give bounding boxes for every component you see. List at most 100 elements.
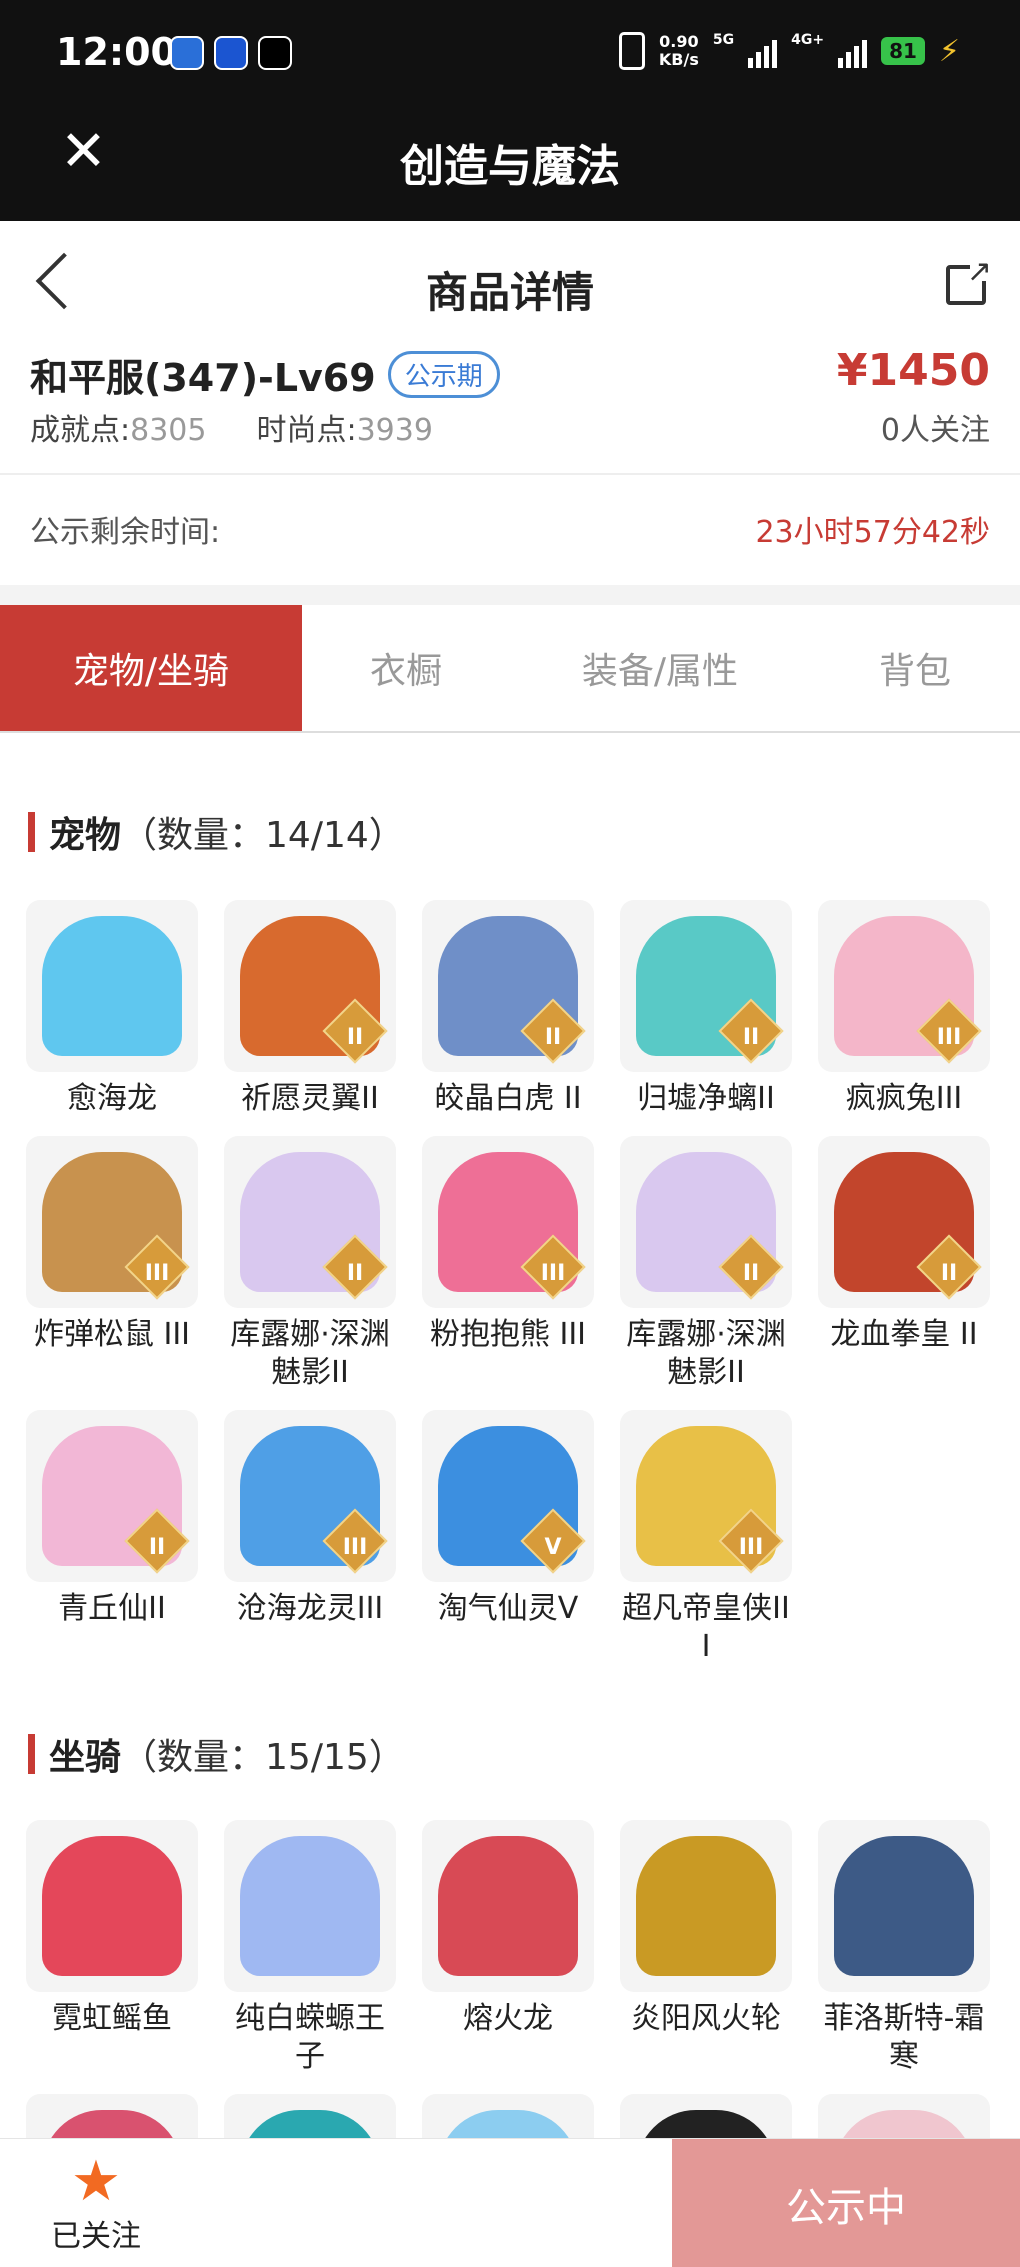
- pets-thumbnail: II: [818, 1136, 990, 1308]
- status-time: 12:00: [56, 30, 177, 74]
- pets-thumbnail: II: [620, 1136, 792, 1308]
- mounts-thumbnail: [224, 1820, 396, 1992]
- pets-name: 疯疯兔III: [845, 1081, 963, 1116]
- grade-label: II: [940, 1261, 958, 1286]
- app-header: ✕ 创造与魔法: [0, 110, 1020, 221]
- grade-label: V: [544, 1535, 562, 1560]
- mounts-item[interactable]: 霓虹鳐鱼: [26, 1820, 198, 2038]
- grade-label: II: [148, 1535, 166, 1560]
- share-icon[interactable]: ↗: [946, 257, 992, 305]
- grade-label: III: [540, 1261, 566, 1286]
- fashion-label: 时尚点:: [256, 413, 357, 448]
- mounts-name: 熔火龙: [463, 2001, 553, 2036]
- grade-label: II: [742, 1025, 760, 1050]
- mounts-item[interactable]: 菲洛斯特-霜寒: [818, 1820, 990, 2076]
- pets-count: （数量：14/14）: [121, 815, 405, 856]
- listing-info: 和平服(347)-Lv69 公示期 成就点:8305 时尚点:3939 ¥1450…: [0, 345, 1020, 473]
- pets-name: 超凡帝皇侠III: [622, 1591, 790, 1664]
- section-spacer: [0, 585, 1020, 605]
- remaining-value: 23小时57分42秒: [755, 515, 990, 550]
- pets-name: 沧海龙灵III: [236, 1591, 384, 1626]
- pets-item[interactable]: II 祈愿灵翼II: [224, 900, 396, 1118]
- mounts-name: 菲洛斯特-霜寒: [823, 2001, 985, 2074]
- grade-label: II: [346, 1025, 364, 1050]
- page-title: 商品详情: [425, 268, 594, 317]
- mounts-item[interactable]: 炎阳风火轮: [620, 1820, 792, 2038]
- pets-item[interactable]: II 归墟净螭II: [620, 900, 792, 1118]
- pets-name: 库露娜·深渊魅影II: [230, 1317, 390, 1390]
- tab-equipment[interactable]: 装备/属性: [510, 605, 810, 731]
- pets-thumbnail: II: [224, 900, 396, 1072]
- pets-thumbnail: II: [620, 900, 792, 1072]
- grade-label: III: [738, 1535, 764, 1560]
- pets-item[interactable]: II 皎晶白虎 II: [422, 900, 594, 1118]
- pets-thumbnail: II: [224, 1136, 396, 1308]
- charging-icon: ⚡: [938, 33, 960, 69]
- pets-item[interactable]: III 粉抱抱熊 III: [422, 1136, 594, 1354]
- system-and-app-header: 12:00 0.90 KB/s 5G 4G+ 81 ⚡ ✕ 创造与魔法: [0, 0, 1020, 221]
- tab-wardrobe[interactable]: 衣橱: [302, 605, 510, 731]
- net-speed: 0.90 KB/s: [659, 33, 699, 69]
- pets-item[interactable]: II 龙血拳皇 II: [818, 1136, 990, 1354]
- follow-button[interactable]: ★ 已关注: [46, 2153, 146, 2255]
- pets-name: 炸弹松鼠 III: [33, 1317, 191, 1352]
- grade-label: II: [346, 1261, 364, 1286]
- mounts-item[interactable]: 熔火龙: [422, 1820, 594, 2038]
- app-notification-icon: [214, 36, 248, 70]
- pets-name: 归墟净螭II: [637, 1081, 775, 1116]
- mounts-thumbnail: [26, 1820, 198, 1992]
- app-notification-icon: [170, 36, 204, 70]
- pets-item[interactable]: III 沧海龙灵III: [224, 1410, 396, 1628]
- pets-name: 皎晶白虎 II: [434, 1081, 582, 1116]
- mounts-section-title: 坐骑 （数量：15/15）: [28, 1728, 405, 1780]
- pets-name: 库露娜·深渊魅影II: [626, 1317, 786, 1390]
- status-bar: 12:00 0.90 KB/s 5G 4G+ 81 ⚡: [0, 0, 1020, 110]
- pets-thumbnail: III: [620, 1410, 792, 1582]
- pets-item[interactable]: II 库露娜·深渊魅影II: [224, 1136, 396, 1392]
- pets-artwork: [42, 916, 182, 1056]
- points-row: 成就点:8305 时尚点:3939: [30, 405, 433, 449]
- net-speed-value: 0.90: [659, 32, 699, 51]
- pets-name: 愈海龙: [67, 1081, 157, 1116]
- tiktok-notification-icon: [258, 36, 292, 70]
- tab-bar: 宠物/坐骑 衣橱 装备/属性 背包: [0, 605, 1020, 733]
- bottom-action-bar: ★ 已关注 公示中: [0, 2138, 1020, 2267]
- mounts-artwork: [636, 1836, 776, 1976]
- signal-4g-label: 4G+: [791, 32, 825, 48]
- mounts-artwork: [42, 1836, 182, 1976]
- mounts-name: 炎阳风火轮: [631, 2001, 781, 2036]
- status-badge: 公示期: [387, 351, 500, 398]
- mounts-title: 坐骑: [49, 1737, 122, 1778]
- pets-item[interactable]: II 青丘仙II: [26, 1410, 198, 1628]
- achievement-label: 成就点:: [30, 413, 131, 448]
- star-icon: ★: [70, 2149, 122, 2214]
- mounts-artwork: [834, 1836, 974, 1976]
- pets-name: 祈愿灵翼II: [241, 1081, 379, 1116]
- pets-item[interactable]: II 库露娜·深渊魅影II: [620, 1136, 792, 1392]
- battery-icon: 81: [881, 37, 925, 65]
- pets-title: 宠物: [49, 815, 122, 856]
- vibrate-icon: [618, 32, 645, 70]
- mounts-item[interactable]: 纯白蝾螈王子: [224, 1820, 396, 2076]
- section-accent: [28, 1734, 35, 1774]
- tab-backpack[interactable]: 背包: [810, 605, 1020, 731]
- signal-5g-label: 5G: [712, 32, 735, 48]
- mounts-thumbnail: [818, 1820, 990, 1992]
- pets-item[interactable]: 愈海龙: [26, 900, 198, 1118]
- grade-label: II: [742, 1261, 760, 1286]
- section-accent: [28, 812, 35, 852]
- server-level: 和平服(347)-Lv69 公示期: [30, 347, 500, 402]
- tab-pets-mounts[interactable]: 宠物/坐骑: [0, 605, 302, 731]
- pets-item[interactable]: III 炸弹松鼠 III: [26, 1136, 198, 1354]
- public-status-button[interactable]: 公示中: [672, 2139, 1020, 2267]
- mounts-artwork: [240, 1836, 380, 1976]
- grade-label: II: [544, 1025, 562, 1050]
- net-speed-unit: KB/s: [658, 50, 699, 69]
- pets-item[interactable]: III 超凡帝皇侠III: [620, 1410, 792, 1666]
- pets-item[interactable]: V 淘气仙灵V: [422, 1410, 594, 1628]
- pets-name: 粉抱抱熊 III: [429, 1317, 587, 1352]
- pets-item[interactable]: III 疯疯兔III: [818, 900, 990, 1118]
- grade-label: III: [144, 1261, 170, 1286]
- signal-icon: [838, 34, 868, 68]
- pets-section-title: 宠物 （数量：14/14）: [28, 806, 405, 858]
